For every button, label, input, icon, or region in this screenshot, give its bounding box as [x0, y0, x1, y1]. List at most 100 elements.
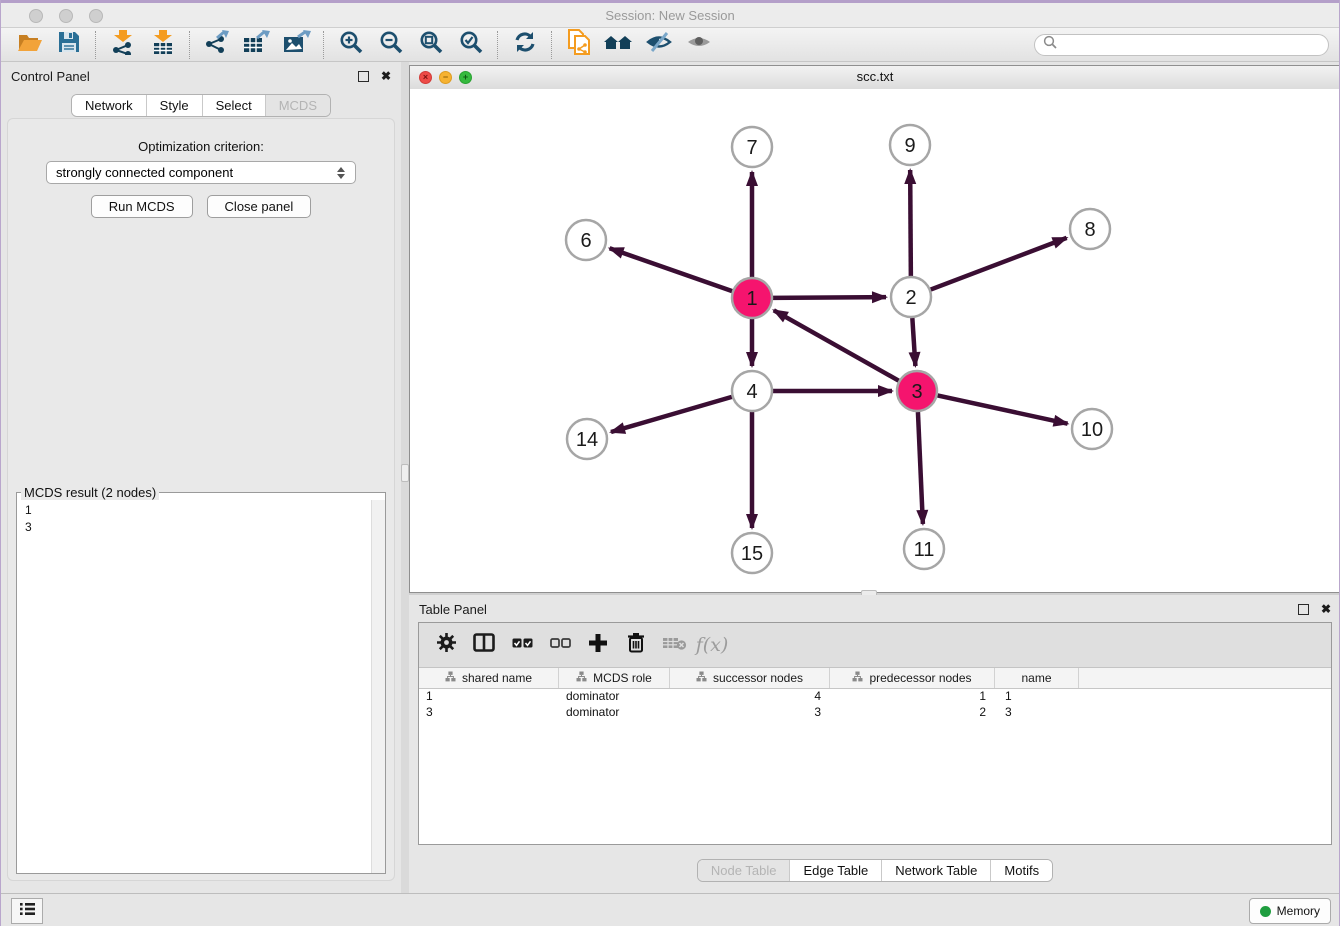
zoom-selected-button[interactable] [451, 30, 491, 60]
tab-network-table[interactable]: Network Table [881, 860, 990, 881]
node-3[interactable]: 3 [897, 371, 937, 411]
table-settings-button[interactable] [427, 628, 465, 662]
cell-shared-name[interactable]: 3 [419, 705, 559, 721]
zoom-in-button[interactable] [331, 30, 371, 60]
tree-icon [852, 671, 863, 685]
cell-mcds-role[interactable]: dominator [559, 705, 670, 721]
tab-node-table[interactable]: Node Table [698, 860, 790, 881]
node-9[interactable]: 9 [890, 125, 930, 165]
column-header-successor-nodes[interactable]: successor nodes [670, 668, 830, 688]
export-table-button[interactable] [237, 30, 277, 60]
node-10[interactable]: 10 [1072, 409, 1112, 449]
cell-shared-name[interactable]: 1 [419, 689, 559, 705]
column-header-shared-name[interactable]: shared name [419, 668, 559, 688]
mcds-tab-content: Optimization criterion: strongly connect… [7, 118, 395, 881]
import-table-button[interactable] [143, 30, 183, 60]
splitter-handle[interactable] [401, 464, 409, 482]
open-file-button[interactable] [9, 30, 49, 60]
open-folder-icon [16, 31, 43, 58]
edge-3-10[interactable] [938, 395, 1068, 423]
task-history-button[interactable] [11, 898, 43, 924]
node-4[interactable]: 4 [732, 371, 772, 411]
close-panel-button[interactable]: Close panel [207, 195, 312, 218]
refresh-view-button[interactable] [505, 30, 545, 60]
deselect-all-columns-button[interactable] [541, 628, 579, 662]
edge-2-9[interactable] [910, 170, 911, 276]
search-input[interactable] [1062, 37, 1328, 53]
float-panel-icon[interactable] [1298, 604, 1309, 615]
tab-mcds[interactable]: MCDS [265, 95, 330, 116]
cell-successor-nodes[interactable]: 3 [670, 705, 830, 721]
hide-selected-button[interactable] [639, 30, 679, 60]
close-panel-icon[interactable]: ✖ [1321, 603, 1331, 615]
node-2[interactable]: 2 [891, 277, 931, 317]
first-neighbors-button[interactable] [599, 30, 639, 60]
edge-3-1[interactable] [774, 310, 899, 380]
mcds-result-box: MCDS result (2 nodes) 1 3 [16, 485, 386, 874]
edge-1-6[interactable] [610, 248, 733, 291]
status-bar: Memory [1, 893, 1339, 926]
mcds-result-list[interactable]: 1 3 [17, 500, 372, 873]
node-8[interactable]: 8 [1070, 209, 1110, 249]
close-panel-icon[interactable]: ✖ [381, 70, 391, 82]
column-header-name[interactable]: name [995, 668, 1079, 688]
save-floppy-icon [58, 31, 80, 58]
run-mcds-button[interactable]: Run MCDS [91, 195, 193, 218]
node-1[interactable]: 1 [732, 278, 772, 318]
tab-network[interactable]: Network [72, 95, 146, 116]
create-column-button[interactable] [579, 628, 617, 662]
edge-2-3[interactable] [912, 318, 915, 366]
edge-3-11[interactable] [918, 412, 923, 524]
network-window-titlebar[interactable]: × − + scc.txt [410, 66, 1340, 90]
toolbar-separator [551, 31, 553, 59]
vertical-splitter[interactable] [401, 62, 409, 893]
column-header-predecessor-nodes[interactable]: predecessor nodes [830, 668, 995, 688]
search-box[interactable] [1034, 34, 1329, 56]
copy-network-button[interactable] [559, 30, 599, 60]
cell-predecessor-nodes[interactable]: 1 [830, 689, 995, 705]
result-item: 1 [25, 502, 372, 519]
export-image-button[interactable] [277, 30, 317, 60]
float-panel-icon[interactable] [358, 71, 369, 82]
save-session-button[interactable] [49, 30, 89, 60]
svg-text:2: 2 [905, 287, 916, 309]
cell-name[interactable]: 1 [995, 689, 1079, 705]
delete-columns-button[interactable] [617, 628, 655, 662]
edge-2-8[interactable] [931, 238, 1067, 290]
zoom-out-button[interactable] [371, 30, 411, 60]
tab-select[interactable]: Select [202, 95, 265, 116]
fit-content-button[interactable] [411, 30, 451, 60]
memory-button[interactable]: Memory [1249, 898, 1331, 924]
result-scrollbar[interactable] [371, 500, 385, 873]
node-15[interactable]: 15 [732, 533, 772, 573]
delete-table-button[interactable] [655, 628, 693, 662]
zoom-out-icon [379, 30, 404, 60]
function-builder-button[interactable]: f(x) [693, 628, 731, 662]
tab-style[interactable]: Style [146, 95, 202, 116]
cell-name[interactable]: 3 [995, 705, 1079, 721]
column-header-mcds-role[interactable]: MCDS role [559, 668, 670, 688]
export-network-button[interactable] [197, 30, 237, 60]
node-14[interactable]: 14 [567, 419, 607, 459]
node-7[interactable]: 7 [732, 127, 772, 167]
table-row[interactable]: 1 dominator 4 1 1 [419, 689, 1331, 705]
node-11[interactable]: 11 [904, 529, 944, 569]
tab-edge-table[interactable]: Edge Table [789, 860, 881, 881]
cell-mcds-role[interactable]: dominator [559, 689, 670, 705]
edge-4-14[interactable] [611, 397, 732, 432]
tree-icon [696, 671, 707, 685]
show-all-button[interactable] [679, 30, 719, 60]
node-6[interactable]: 6 [566, 220, 606, 260]
criterion-dropdown[interactable]: strongly connected component [46, 161, 356, 184]
select-all-columns-button[interactable] [503, 628, 541, 662]
cell-predecessor-nodes[interactable]: 2 [830, 705, 995, 721]
tab-motifs[interactable]: Motifs [990, 860, 1052, 881]
edge-1-2[interactable] [773, 297, 886, 298]
network-canvas[interactable]: 7 9 6 8 1 2 4 3 14 10 15 11 [410, 89, 1340, 592]
table-row[interactable]: 3 dominator 3 2 3 [419, 705, 1331, 721]
window-title: Session: New Session [1, 8, 1339, 23]
import-network-button[interactable] [103, 30, 143, 60]
application-window: Session: New Session [0, 0, 1340, 926]
show-column-panel-button[interactable] [465, 628, 503, 662]
cell-successor-nodes[interactable]: 4 [670, 689, 830, 705]
